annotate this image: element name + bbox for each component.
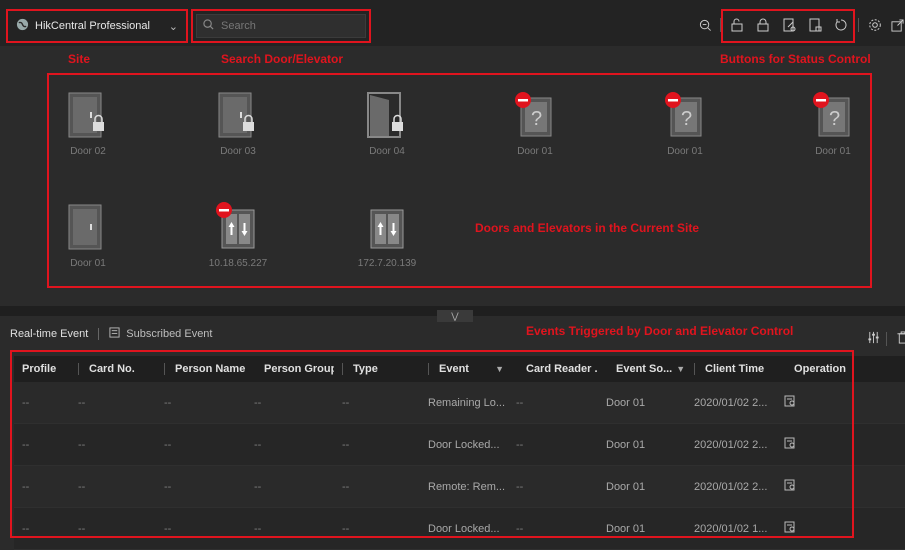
toolbar-divider [858,18,859,32]
annotation-doors-label: Doors and Elevators in the Current Site [475,221,700,235]
annotation-doors-box [47,73,872,288]
column-settings-icon[interactable] [862,326,884,348]
settings-icon[interactable] [864,14,886,36]
trash-icon[interactable] [892,326,905,348]
collapse-handle[interactable]: ⋁ [437,310,473,322]
annotation-site-label: Site [68,52,91,66]
annotation-site-box [6,9,188,43]
subscribe-icon [109,327,120,341]
annotation-search-box [191,9,371,43]
tab-realtime-event[interactable]: Real-time Event [10,328,88,340]
zoom-out-icon[interactable] [694,14,716,36]
event-tabs: Real-time Event Subscribed Event [0,320,212,348]
tab-separator [98,328,100,340]
annotation-status-box [721,9,855,43]
tab-subscribed-event[interactable]: Subscribed Event [109,327,212,341]
popout-icon[interactable] [886,14,905,36]
toolbar-divider [886,332,887,346]
annotation-events-label: Events Triggered by Door and Elevator Co… [526,324,794,338]
annotation-status-label: Buttons for Status Control [720,52,871,66]
annotation-search-label: Search Door/Elevator [221,52,344,66]
annotation-events-box [10,350,854,538]
subscribed-label: Subscribed Event [126,328,213,340]
